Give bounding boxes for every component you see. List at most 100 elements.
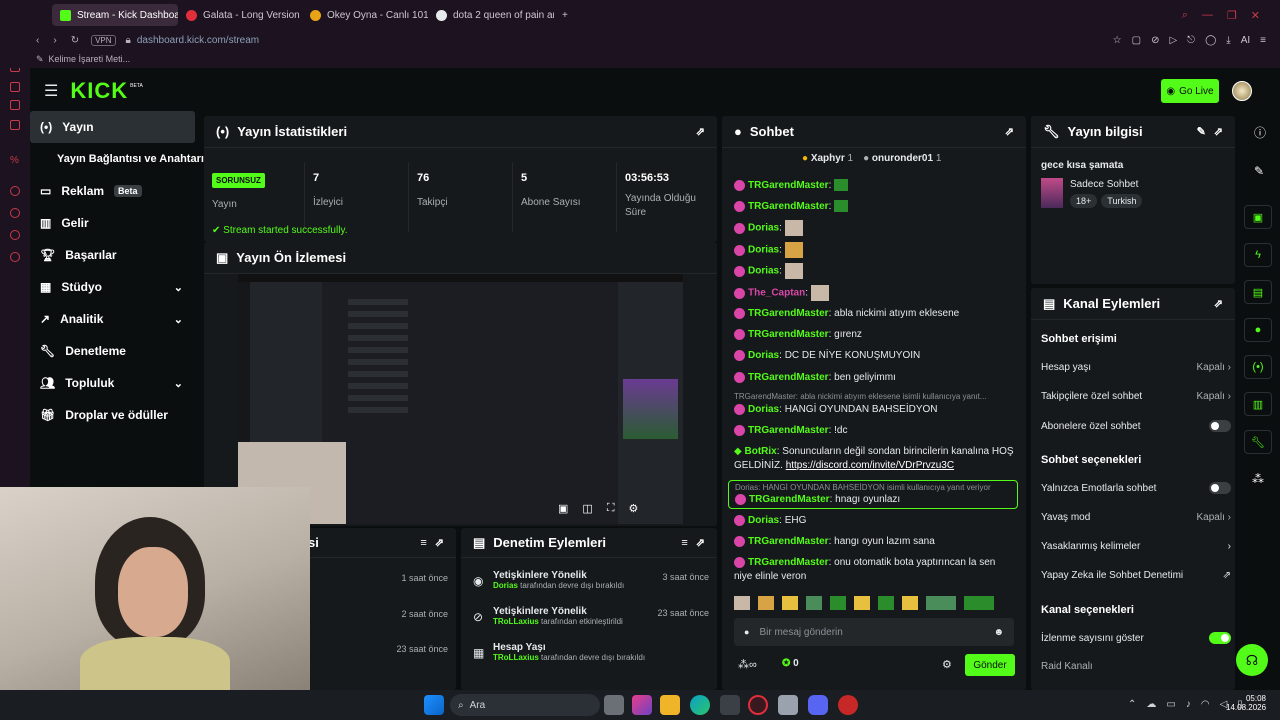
tab-kick-dashboard[interactable]: Stream - Kick Dashboard — [52, 4, 178, 26]
show-views-toggle[interactable] — [1209, 632, 1231, 644]
sidebar-item-yayin[interactable]: (•) Yayın — [30, 111, 195, 143]
sub-chat-toggle[interactable] — [1209, 420, 1231, 432]
edit-icon[interactable]: ✎ — [1254, 164, 1264, 178]
mic-icon[interactable]: ♪ — [1186, 699, 1191, 710]
sidebar-item-stream-key[interactable]: Yayın Bağlantısı ve Anahtarı — [47, 143, 207, 175]
emote-only-toggle[interactable] — [1209, 482, 1231, 494]
popout-icon[interactable]: ⇗ — [1214, 125, 1223, 138]
tag[interactable]: 18+ — [1070, 194, 1098, 208]
popout-icon[interactable]: ⇗ — [1214, 297, 1223, 310]
emote-icon[interactable] — [964, 596, 994, 610]
wifi-icon[interactable]: ◠ — [1201, 699, 1210, 710]
bookmark-item[interactable]: Kelime İşareti Meti... — [49, 54, 131, 64]
sidebar-item-reklam[interactable]: ▭ Reklam Beta — [30, 175, 195, 207]
sidebar-item-analitik[interactable]: ↗ Analitik ⌄ — [30, 303, 195, 335]
profile-icon[interactable]: ◯ — [1205, 35, 1216, 46]
percent-icon[interactable]: % — [10, 155, 20, 166]
maximize-icon[interactable]: ❐ — [1227, 9, 1237, 22]
popout-icon[interactable]: ⇗ — [1005, 125, 1014, 138]
emote-icon[interactable] — [878, 596, 894, 610]
popout-icon[interactable]: ⇗ — [435, 536, 444, 549]
edge-icon[interactable] — [690, 695, 710, 715]
emote-icon[interactable] — [758, 596, 774, 610]
forward-icon[interactable]: › — [53, 35, 56, 46]
banned-words-setting[interactable]: Yasaklanmış kelimeler › — [1041, 541, 1231, 552]
sidebar-item-gelir[interactable]: ▥ Gelir — [30, 207, 195, 239]
chat-settings-icon[interactable]: ● — [744, 627, 749, 637]
tab-dota[interactable]: dota 2 queen of pain arcana — [428, 4, 554, 26]
vpn-badge[interactable]: VPN — [91, 34, 116, 46]
clock[interactable]: 05:08 14.08.2026 — [1226, 694, 1266, 712]
edit-icon[interactable]: ✎ — [1197, 125, 1206, 138]
tab-galata[interactable]: Galata - Long Version — [178, 4, 302, 26]
sidebar-item-basarilar[interactable]: 🏆︎ Başarılar — [30, 239, 195, 271]
users-icon[interactable]: ⁂∞ — [738, 658, 757, 671]
menu-icon[interactable]: ≡ — [1260, 35, 1266, 46]
category-name[interactable]: Sadece Sohbet — [1070, 179, 1138, 190]
info-icon[interactable]: ⓘ — [1254, 124, 1266, 141]
account-age-setting[interactable]: Hesap yaşı Kapalı › — [1041, 362, 1231, 373]
kick-logo[interactable]: KICK — [70, 78, 128, 104]
sidebar-item-topluluk[interactable]: 👥︎ Topluluk ⌄ — [30, 367, 195, 399]
tag[interactable]: Turkish — [1101, 194, 1143, 208]
capture-icon[interactable]: ▣ — [1244, 205, 1272, 229]
emote-icon[interactable] — [854, 596, 870, 610]
opera-messenger-icon[interactable] — [10, 82, 20, 92]
url-field[interactable]: dashboard.kick.com/stream — [137, 35, 259, 46]
chat-link[interactable]: https://discord.com/invite/VDrPrvzu3C — [786, 460, 954, 471]
reload-icon[interactable]: ↻ — [71, 35, 79, 46]
settings-icon[interactable]: ⚙ — [629, 502, 639, 515]
task-view-icon[interactable] — [604, 695, 624, 715]
opera-whatsapp-icon[interactable] — [10, 100, 20, 110]
hamburger-menu-icon[interactable]: ☰ — [44, 81, 58, 101]
filter-icon[interactable]: ≡ — [681, 537, 687, 549]
minimize-icon[interactable]: — — [1202, 9, 1213, 22]
fullscreen-icon[interactable]: ⛶ — [607, 502, 615, 515]
windows-start-icon[interactable] — [424, 695, 444, 715]
slow-mode-setting[interactable]: Yavaş mod Kapalı › — [1041, 512, 1231, 523]
steam-icon[interactable] — [778, 695, 798, 715]
opera-gx-icon[interactable] — [748, 695, 768, 715]
taskbar-search[interactable]: ⌕ Ara — [450, 694, 600, 716]
share-icon[interactable]: ⎋ — [1187, 35, 1195, 46]
new-tab-button[interactable]: + — [554, 4, 576, 26]
category-thumbnail[interactable] — [1041, 178, 1063, 208]
notes-icon[interactable]: ▤ — [1244, 280, 1272, 304]
send-button[interactable]: Gönder — [965, 654, 1015, 676]
volume-icon[interactable]: ◫ — [582, 502, 592, 515]
emoji-icon[interactable]: ☻ — [993, 627, 1004, 638]
file-explorer-icon[interactable] — [660, 695, 680, 715]
aria-ai-icon[interactable]: AI — [1241, 35, 1250, 46]
emote-icon[interactable] — [902, 596, 918, 610]
play-icon[interactable]: ▷ — [1169, 35, 1177, 46]
opera-music-icon[interactable] — [10, 120, 20, 130]
download-icon[interactable]: ⤓ — [1226, 35, 1230, 46]
emote-icon[interactable] — [734, 596, 750, 610]
ai-moderation-setting[interactable]: Yapay Zeka ile Sohbet Denetimi ⇗ — [1041, 570, 1231, 581]
discord-icon[interactable] — [808, 695, 828, 715]
network-icon[interactable]: ▭ — [1166, 699, 1175, 710]
sidebar-item-droplar[interactable]: 🎁︎ Droplar ve ödüller — [30, 399, 195, 431]
sidebar-item-studyo[interactable]: ▦ Stüdyo ⌄ — [30, 271, 195, 303]
raid-setting[interactable]: Raid Kanalı — [1041, 661, 1231, 672]
lightning-icon[interactable]: ϟ — [1244, 243, 1272, 267]
wrench-icon[interactable]: 🔧︎ — [1244, 430, 1272, 454]
broadcast-icon[interactable]: (•) — [1244, 355, 1272, 379]
adblock-icon[interactable]: ⊘ — [1151, 35, 1159, 46]
avatar[interactable] — [1232, 81, 1252, 101]
popout-icon[interactable]: ⇗ — [696, 125, 705, 138]
copilot-icon[interactable] — [632, 695, 652, 715]
filter-icon[interactable]: ≡ — [420, 537, 426, 549]
follower-chat-setting[interactable]: Takipçilere özel sohbet Kapalı › — [1041, 391, 1231, 402]
pip-icon[interactable]: ▣ — [558, 502, 568, 515]
onedrive-icon[interactable]: ☁ — [1146, 699, 1156, 710]
store-icon[interactable] — [720, 695, 740, 715]
close-window-icon[interactable]: ✕ — [1251, 9, 1260, 22]
emote-icon[interactable] — [830, 596, 846, 610]
chat-icon[interactable]: ● — [1244, 318, 1272, 342]
sidebar-item-denetleme[interactable]: 🔧︎ Denetleme — [30, 335, 195, 367]
history-icon[interactable] — [10, 208, 20, 218]
bookmark-icon[interactable]: ☆ — [1113, 35, 1122, 46]
chat-input[interactable]: ● Bir mesaj gönderin ☻ — [734, 618, 1014, 646]
help-button[interactable]: ☊ — [1236, 644, 1268, 676]
